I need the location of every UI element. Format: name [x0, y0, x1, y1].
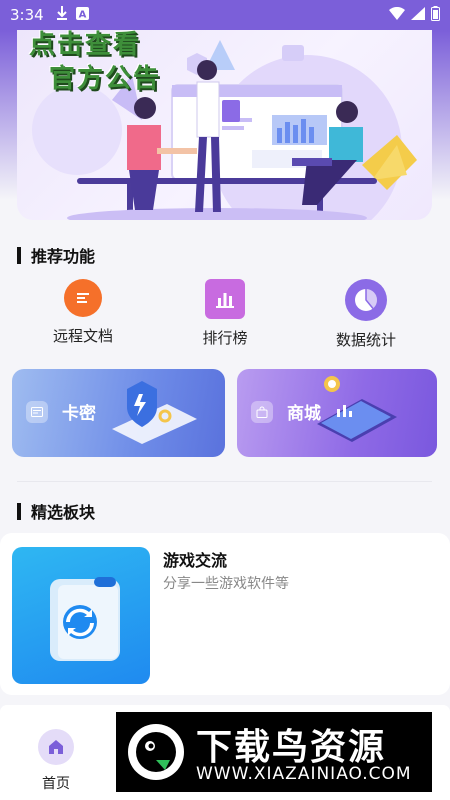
status-bar: 3:34 A — [0, 0, 450, 30]
banner-title-line2: 官方公告 — [49, 64, 162, 94]
status-right — [389, 5, 440, 25]
divider — [17, 481, 432, 482]
bar-chart-icon — [205, 279, 245, 319]
watermark-url: WWW.XIAZAINIAO.COM — [196, 764, 412, 784]
status-time: 3:34 — [10, 6, 44, 24]
feature-label: 远程文档 — [52, 327, 113, 345]
signal-icon — [411, 6, 425, 24]
tab-home[interactable]: 首页 — [36, 729, 76, 795]
feature-statistics[interactable]: 数据统计 — [301, 279, 431, 350]
promo-card-key[interactable]: 卡密 — [12, 369, 225, 457]
section-title-featured: 精选板块 — [17, 499, 95, 523]
bird-logo-icon — [128, 724, 184, 780]
bag-icon — [251, 401, 273, 423]
wifi-icon — [389, 6, 405, 24]
promo-card-shop[interactable]: 商城 — [237, 369, 437, 457]
tab-home-label: 首页 — [42, 776, 70, 792]
section-title-recommended: 推荐功能 — [17, 243, 95, 267]
section-title-text: 推荐功能 — [31, 247, 96, 266]
section-title-text: 精选板块 — [31, 503, 96, 522]
promo-label: 卡密 — [62, 404, 96, 424]
chat-app-illustration — [50, 577, 120, 661]
feature-remote-docs[interactable]: 远程文档 — [18, 279, 148, 346]
board-card-game-chat[interactable]: 游戏交流 分享一些游戏软件等 — [0, 533, 450, 695]
feature-leaderboard[interactable]: 排行榜 — [160, 279, 290, 348]
feature-label: 排行榜 — [202, 329, 248, 347]
board-description: 分享一些游戏软件等 — [163, 576, 289, 592]
pie-chart-icon — [345, 279, 387, 321]
download-icon — [56, 6, 68, 24]
home-icon — [38, 729, 74, 765]
banner-title-line1: 点击查看 — [29, 30, 142, 60]
card-icon — [26, 401, 48, 423]
battery-icon — [431, 5, 440, 25]
section-marker — [17, 502, 21, 520]
watermark-overlay: 下载鸟资源 WWW.XIAZAINIAO.COM — [116, 712, 432, 792]
announcement-banner[interactable]: 点击查看 官方公告 — [17, 30, 432, 220]
document-icon — [64, 279, 102, 317]
promo-label: 商城 — [287, 404, 321, 424]
feature-label: 数据统计 — [335, 331, 396, 349]
board-title: 游戏交流 — [163, 551, 228, 570]
board-thumbnail — [12, 547, 150, 684]
svg-text:A: A — [78, 9, 86, 20]
watermark-brand: 下载鸟资源 — [196, 727, 387, 768]
a-icon: A — [75, 6, 89, 24]
next-card-edge — [0, 705, 450, 712]
section-marker — [17, 246, 21, 264]
